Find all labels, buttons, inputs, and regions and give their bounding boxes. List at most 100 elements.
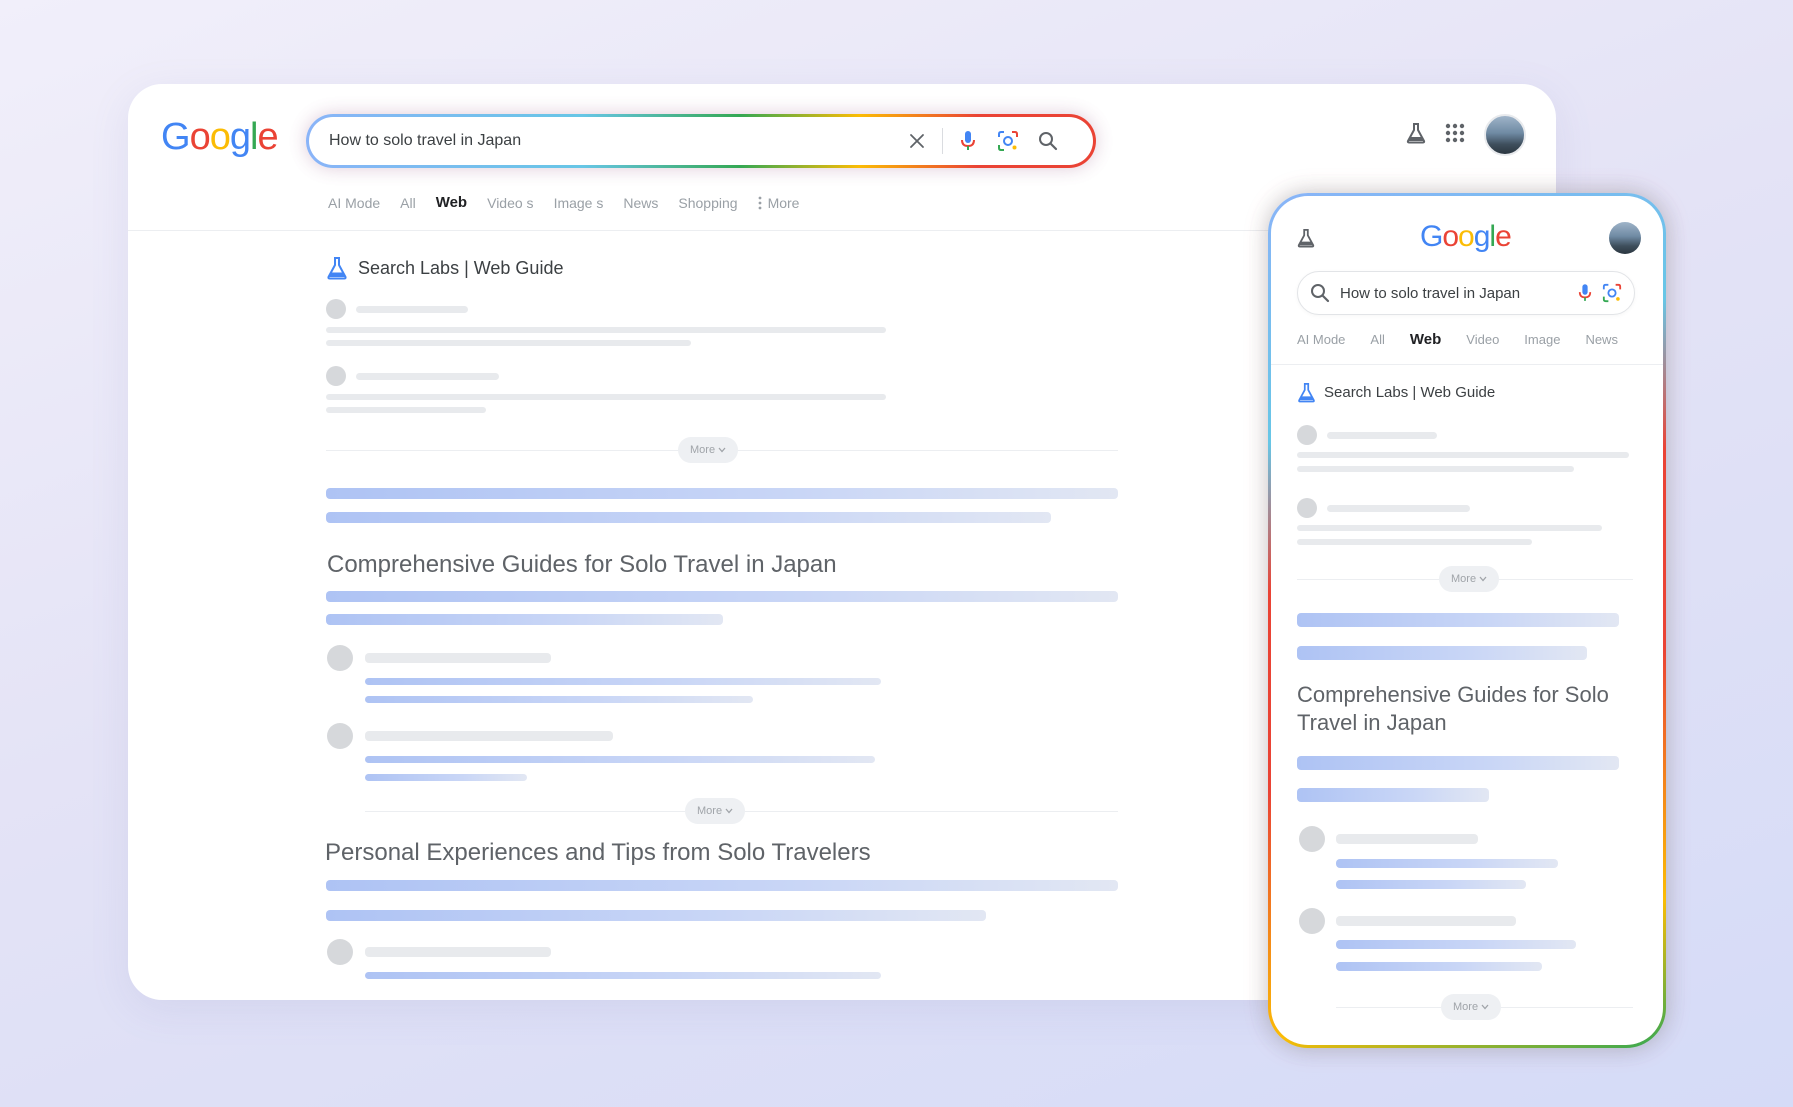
result-text-placeholder (1297, 452, 1629, 458)
result-favicon-placeholder (327, 645, 353, 671)
tab-video[interactable]: Video (1466, 332, 1499, 347)
search-box[interactable]: How to solo travel in Japan (1297, 271, 1635, 315)
result-source-placeholder (1327, 432, 1437, 439)
labs-title: Search Labs | Web Guide (358, 257, 564, 278)
section-summary-placeholder (326, 880, 1118, 891)
lens-icon[interactable] (993, 126, 1023, 156)
tab-videos[interactable]: Video s (487, 195, 533, 211)
search-box[interactable]: How to solo travel in Japan (306, 114, 1096, 168)
more-vert-icon (758, 196, 761, 209)
search-icon[interactable] (1033, 126, 1063, 156)
section-summary-placeholder (326, 591, 1118, 602)
google-logo[interactable]: Google (1420, 220, 1512, 254)
result-text-placeholder (326, 394, 886, 400)
apps-grid-icon[interactable] (1444, 122, 1466, 149)
labs-header: Search Labs | Web Guide (1297, 382, 1495, 403)
avatar[interactable] (1484, 114, 1526, 156)
result-text-placeholder (1297, 525, 1602, 531)
result-source-placeholder (1327, 505, 1470, 512)
result-link-placeholder[interactable] (365, 774, 527, 781)
tab-all[interactable]: All (1370, 332, 1384, 347)
more-button[interactable]: More (1439, 566, 1500, 592)
result-link-placeholder[interactable] (365, 972, 881, 979)
summary-placeholder (1297, 613, 1619, 627)
chevron-down-icon (1479, 576, 1487, 582)
microphone-icon[interactable] (1578, 283, 1592, 303)
result-text-placeholder (326, 327, 886, 333)
result-source-placeholder (1336, 834, 1478, 844)
tab-ai-mode[interactable]: AI Mode (328, 195, 380, 211)
search-input[interactable]: How to solo travel in Japan (1340, 285, 1568, 302)
chevron-down-icon (1481, 1004, 1489, 1010)
tab-shopping[interactable]: Shopping (678, 195, 737, 211)
result-favicon-placeholder (326, 299, 346, 319)
summary-placeholder (326, 512, 1051, 523)
search-tabs: AI Mode All Web Video s Image s News Sho… (328, 194, 799, 211)
more-button-label: More (690, 444, 716, 456)
result-text-placeholder (1297, 466, 1574, 472)
avatar[interactable] (1609, 222, 1641, 254)
microphone-icon[interactable] (953, 126, 983, 156)
tab-image[interactable]: Image (1524, 332, 1560, 347)
section-title: Comprehensive Guides for Solo Travel in … (327, 551, 837, 578)
result-favicon-placeholder (1299, 908, 1325, 934)
result-source-placeholder (365, 653, 551, 663)
header-divider (1271, 364, 1663, 365)
search-divider (942, 128, 943, 154)
tab-web[interactable]: Web (1410, 331, 1441, 348)
result-text-placeholder (326, 407, 486, 413)
summary-placeholder (1297, 646, 1587, 660)
google-logo[interactable]: Google (161, 116, 279, 159)
section-summary-placeholder (1297, 756, 1619, 770)
section-title: Personal Experiences and Tips from Solo … (325, 839, 871, 866)
result-link-placeholder[interactable] (1336, 962, 1542, 971)
result-source-placeholder (356, 306, 468, 313)
result-link-placeholder[interactable] (365, 756, 875, 763)
lens-icon[interactable] (1602, 283, 1622, 303)
more-button[interactable]: More (685, 798, 746, 824)
result-source-placeholder (1336, 916, 1516, 926)
search-input[interactable]: How to solo travel in Japan (329, 132, 902, 150)
result-link-placeholder[interactable] (1336, 940, 1576, 949)
result-text-placeholder (1297, 539, 1532, 545)
tab-news[interactable]: News (1585, 332, 1618, 347)
section-summary-placeholder (326, 910, 986, 921)
mobile-browser-window: Google How to solo travel in Japan AI Mo… (1268, 193, 1666, 1048)
more-button-label: More (697, 805, 723, 817)
labs-title: Search Labs | Web Guide (1324, 384, 1496, 401)
more-button[interactable]: More (678, 437, 739, 463)
search-tabs: AI Mode All Web Video Image News (1297, 331, 1618, 348)
section-summary-placeholder (1297, 788, 1489, 802)
section-summary-placeholder (326, 614, 723, 625)
tab-ai-mode[interactable]: AI Mode (1297, 332, 1345, 347)
labs-flask-icon (327, 257, 347, 280)
result-favicon-placeholder (327, 723, 353, 749)
result-link-placeholder[interactable] (1336, 880, 1526, 889)
result-favicon-placeholder (1297, 425, 1317, 445)
result-link-placeholder[interactable] (1336, 859, 1558, 868)
labs-header: Search Labs | Web Guide (326, 256, 563, 280)
search-icon (1311, 284, 1330, 303)
chevron-down-icon (725, 808, 733, 814)
search-labs-icon[interactable] (1297, 228, 1315, 253)
tab-more[interactable]: More (758, 195, 799, 211)
result-favicon-placeholder (327, 939, 353, 965)
section-title: Comprehensive Guides for Solo Travel in … (1297, 682, 1609, 735)
search-labs-icon[interactable] (1406, 122, 1426, 149)
clear-icon[interactable] (902, 126, 932, 156)
result-source-placeholder (365, 947, 551, 957)
result-link-placeholder[interactable] (365, 696, 753, 703)
tab-all[interactable]: All (400, 195, 416, 211)
labs-flask-icon (1298, 383, 1315, 403)
tab-news[interactable]: News (623, 195, 658, 211)
tab-web[interactable]: Web (436, 194, 467, 211)
summary-placeholder (326, 488, 1118, 499)
tab-images[interactable]: Image s (554, 195, 604, 211)
result-link-placeholder[interactable] (365, 678, 881, 685)
result-text-placeholder (326, 340, 691, 346)
more-button[interactable]: More (1441, 994, 1502, 1020)
more-button-label: More (1451, 573, 1477, 585)
more-button-label: More (1453, 1001, 1479, 1013)
chevron-down-icon (718, 447, 726, 453)
result-source-placeholder (356, 373, 499, 380)
